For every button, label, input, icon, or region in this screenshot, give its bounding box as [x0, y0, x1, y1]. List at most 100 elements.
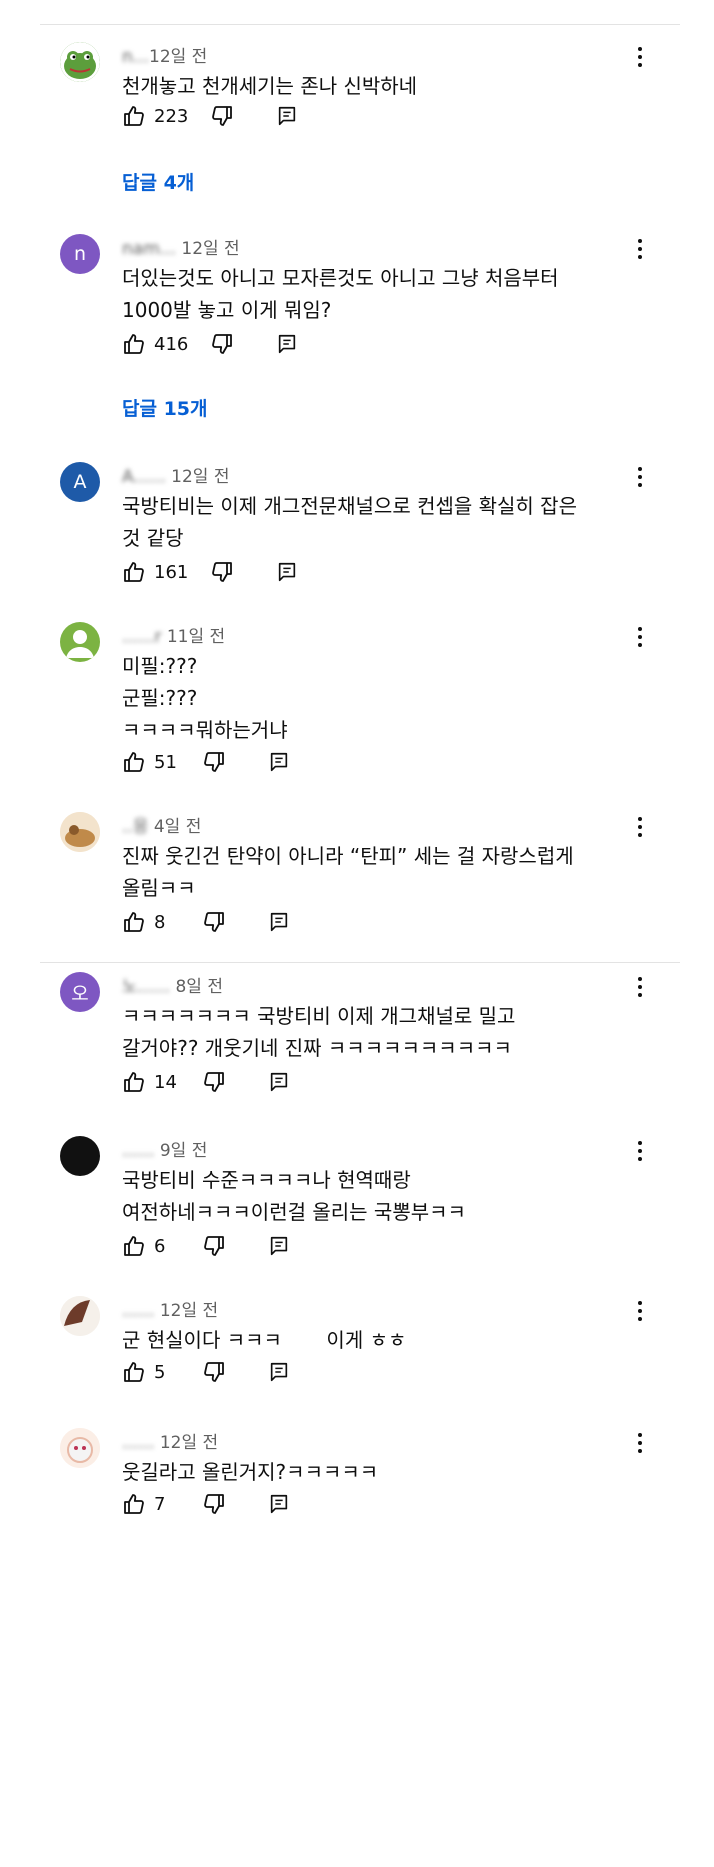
avatar[interactable]: [60, 42, 100, 82]
thumbs-down-icon: [204, 1236, 224, 1256]
comment-time: 4일 전: [153, 817, 202, 837]
more-options-icon[interactable]: [628, 1296, 652, 1326]
default-user-icon: [66, 630, 94, 658]
thumbs-up-icon: [124, 1236, 144, 1256]
comment-text: 웃길라고 올린거지?ㅋㅋㅋㅋㅋ: [122, 1460, 379, 1484]
comment-reply-icon: [279, 106, 296, 126]
avatar[interactable]: [60, 622, 100, 662]
comment-author[interactable]: nam...: [122, 239, 176, 259]
like-button[interactable]: 223: [122, 104, 188, 128]
more-options-icon[interactable]: [628, 812, 652, 842]
comment-time: 9일 전: [159, 1141, 208, 1161]
comment-text: 더있는것도 아니고 모자른것도 아니고 그냥 처음부터 1000발 놓고 이게 뭐…: [122, 266, 559, 322]
more-options-icon[interactable]: [628, 42, 652, 72]
reply-button[interactable]: [268, 1235, 290, 1257]
thumbs-down-icon: [212, 106, 233, 126]
like-count: 161: [154, 561, 189, 583]
more-options-icon[interactable]: [628, 622, 652, 652]
view-replies-button[interactable]: 답글 15개: [122, 394, 208, 421]
like-button[interactable]: 6: [122, 1234, 180, 1258]
comment-reply-icon: [270, 1494, 288, 1514]
thumbs-down-icon: [204, 1362, 224, 1382]
comment-author[interactable]: ......: [122, 1433, 154, 1453]
thumbs-up-icon: [124, 1494, 144, 1514]
like-count: 416: [154, 333, 189, 355]
avatar[interactable]: n: [60, 234, 100, 274]
like-button[interactable]: 14: [122, 1070, 180, 1094]
like-count: 51: [154, 751, 177, 773]
avatar[interactable]: [60, 812, 100, 852]
like-count: 7: [154, 1493, 166, 1515]
reply-button[interactable]: [268, 1361, 290, 1383]
avatar[interactable]: [60, 1296, 100, 1336]
comment-reply-icon: [270, 1362, 288, 1382]
comment-actions: 223: [122, 102, 298, 130]
thumbs-down-icon: [212, 562, 233, 582]
view-replies-button[interactable]: 답글 4개: [122, 168, 194, 195]
thumbs-down-icon: [212, 334, 233, 354]
comment-actions: 6: [122, 1232, 290, 1260]
comment-author[interactable]: A......: [122, 467, 166, 487]
comment-reply-icon: [270, 1072, 288, 1092]
dislike-button[interactable]: [202, 1070, 226, 1094]
comment-reply-icon: [279, 334, 296, 354]
like-button[interactable]: 161: [122, 560, 188, 584]
comment-meta: ...... 9일 전: [122, 1136, 207, 1161]
dislike-button[interactable]: [202, 1234, 226, 1258]
comment-author[interactable]: n...: [122, 47, 149, 67]
like-button[interactable]: 416: [122, 332, 188, 356]
comment-text: 진짜 웃긴건 탄약이 아니라 “탄피” 세는 걸 자랑스럽게 올림ㅋㅋ: [122, 844, 574, 900]
comment-author[interactable]: ......: [122, 1141, 154, 1161]
dislike-button[interactable]: [202, 910, 226, 934]
comment-author[interactable]: ......r: [122, 627, 161, 647]
like-button[interactable]: 5: [122, 1360, 180, 1384]
like-button[interactable]: 8: [122, 910, 180, 934]
more-options-icon[interactable]: [628, 462, 652, 492]
comment-text: 국방티비 수준ㅋㅋㅋㅋ나 현역때랑 여전하네ㅋㅋㅋ이런걸 올리는 국뽕부ㅋㅋ: [122, 1168, 466, 1224]
comment-text: 미필:??? 군필:??? ㅋㅋㅋㅋ뭐하는거냐: [122, 654, 288, 742]
more-options-icon[interactable]: [628, 1428, 652, 1458]
reply-button[interactable]: [268, 751, 290, 773]
like-count: 6: [154, 1235, 166, 1257]
comment-time: 8일 전: [175, 977, 223, 997]
reply-button[interactable]: [268, 911, 290, 933]
reply-button[interactable]: [276, 105, 298, 127]
like-count: 223: [154, 105, 189, 127]
reply-button[interactable]: [268, 1493, 290, 1515]
comment-author[interactable]: ..응: [122, 817, 148, 837]
avatar[interactable]: 오: [60, 972, 100, 1012]
dislike-button[interactable]: [210, 560, 234, 584]
dislike-button[interactable]: [202, 750, 226, 774]
comment-author[interactable]: 노......: [122, 977, 170, 997]
like-button[interactable]: 51: [122, 750, 180, 774]
thumbs-down-icon: [204, 752, 224, 772]
avatar[interactable]: [60, 1428, 100, 1468]
top-divider: [40, 24, 680, 25]
dislike-button[interactable]: [202, 1492, 226, 1516]
comment-text: 국방티비는 이제 개그전문채널으로 컨셉을 확실히 잡은 것 같당: [122, 494, 577, 550]
reply-button[interactable]: [276, 561, 298, 583]
comment-author[interactable]: ......: [122, 1301, 154, 1321]
more-options-icon[interactable]: [628, 234, 652, 264]
like-count: 5: [154, 1361, 166, 1383]
thumbs-down-icon: [204, 1072, 224, 1092]
dislike-button[interactable]: [210, 104, 234, 128]
comment-actions: 51: [122, 748, 290, 776]
avatar[interactable]: A: [60, 462, 100, 502]
reply-button[interactable]: [276, 333, 298, 355]
comment-meta: n...12일 전: [122, 42, 207, 67]
more-options-icon[interactable]: [628, 972, 652, 1002]
dislike-button[interactable]: [202, 1360, 226, 1384]
comment-meta: A...... 12일 전: [122, 462, 230, 487]
comment-time: 11일 전: [166, 627, 226, 647]
more-options-icon[interactable]: [628, 1136, 652, 1166]
reply-button[interactable]: [268, 1071, 290, 1093]
avatar[interactable]: [60, 1136, 100, 1176]
comment-reply-icon: [270, 1236, 288, 1256]
comment-meta: ...... 12일 전: [122, 1428, 218, 1453]
like-button[interactable]: 7: [122, 1492, 180, 1516]
dislike-button[interactable]: [210, 332, 234, 356]
comment-text: ㅋㅋㅋㅋㅋㅋㅋ 국방티비 이제 개그채널로 밀고 갈거야?? 개웃기네 진짜 ㅋㅋ…: [122, 1004, 516, 1060]
thumbs-up-icon: [124, 106, 144, 126]
comment-meta: ......r 11일 전: [122, 622, 225, 647]
